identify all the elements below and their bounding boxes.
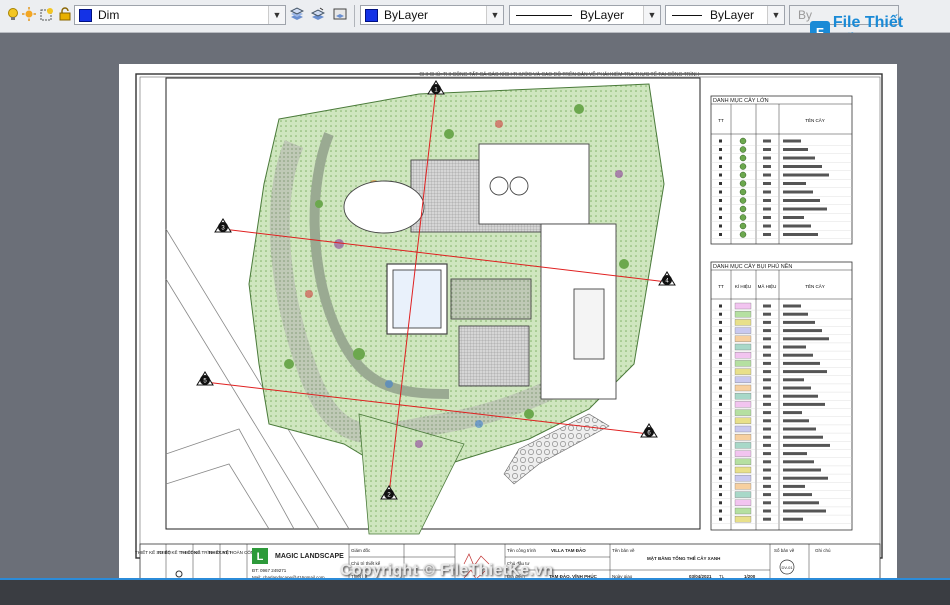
drawing-sheet: GHI CHÚ: THI CÔNG TẤT CẢ CÁC KÍCH THƯỚC … <box>135 70 883 585</box>
linetype-dropdown[interactable]: ByLayer ▼ <box>509 5 661 25</box>
color-swatch <box>365 8 378 22</box>
stage-label: THIẾT KẾ HOÀN CÔNG <box>208 549 258 555</box>
chevron-down-icon[interactable]: ▼ <box>767 6 784 24</box>
linetype-value: ByLayer <box>580 8 625 22</box>
company-phone: ĐT: 0967 249271 <box>252 568 287 573</box>
svg-text:Ghi chú: Ghi chú <box>815 548 831 553</box>
paper-sheet: GHI CHÚ: THI CÔNG TẤT CẢ CÁC KÍCH THƯỚC … <box>119 64 897 590</box>
svg-text:Giám đốc: Giám đốc <box>351 548 371 553</box>
layer-color-swatch <box>79 8 92 22</box>
color-value: ByLayer <box>384 8 429 22</box>
lineweight-value: ByLayer <box>710 8 755 22</box>
sun-freeze-icon[interactable] <box>22 7 36 21</box>
status-bar <box>0 578 950 605</box>
company-name: MAGIC LANDSCAPE <box>275 553 344 560</box>
svg-text:TÊN CÂY: TÊN CÂY <box>805 116 825 123</box>
svg-text:MÃ HIỆU: MÃ HIỆU <box>758 282 777 289</box>
svg-text:L: L <box>257 551 264 563</box>
lock-icon[interactable] <box>58 7 72 21</box>
chevron-down-icon[interactable]: ▼ <box>268 6 285 24</box>
chevron-down-icon[interactable]: ▼ <box>643 6 660 24</box>
large-tree-table: DANH MỤC CÂY LỚN TT TÊN CÂY <box>710 95 853 245</box>
svg-text:TT: TT <box>718 284 724 289</box>
color-dropdown[interactable]: ByLayer ▼ <box>360 5 504 25</box>
layer-previous-icon[interactable] <box>311 7 325 21</box>
linetype-sample <box>516 14 572 16</box>
properties-toolbar: Dim ▼ ByLayer ▼ ByLayer ▼ ByLayer ▼ By F… <box>0 0 950 49</box>
svg-text:MẶT BẰNG TỔNG THỂ CÂY XANH: MẶT BẰNG TỔNG THỂ CÂY XANH <box>647 554 720 561</box>
make-current-layer-icon[interactable] <box>290 7 304 21</box>
svg-text:TÊN CÂY: TÊN CÂY <box>805 282 825 289</box>
table1-title: DANH MỤC CÂY LỚN <box>713 97 769 104</box>
drawing-canvas[interactable]: GHI CHÚ: THI CÔNG TẤT CẢ CÁC KÍCH THƯỚC … <box>0 33 950 590</box>
chevron-down-icon[interactable]: ▼ <box>486 6 503 24</box>
layer-state-icon[interactable] <box>333 7 347 21</box>
layer-name: Dim <box>98 8 120 22</box>
lineweight-dropdown[interactable]: ByLayer ▼ <box>665 5 785 25</box>
svg-text:Tên công trình: Tên công trình <box>507 548 537 553</box>
svg-text:Tên bản vẽ: Tên bản vẽ <box>612 548 635 553</box>
bulb-on-icon[interactable] <box>6 7 20 21</box>
table2-title: DANH MỤC CÂY BỤI PHỦ NỀN <box>713 263 792 270</box>
svg-text:VILLA TAM ĐẢO: VILLA TAM ĐẢO <box>551 547 586 553</box>
svg-text:DV-01: DV-01 <box>781 565 793 570</box>
lineweight-sample <box>672 14 702 16</box>
svg-text:Số bản vẽ: Số bản vẽ <box>774 548 795 553</box>
viewport-freeze-icon[interactable] <box>40 7 54 21</box>
svg-text:KÍ HIỆU: KÍ HIỆU <box>735 282 751 289</box>
top-note: GHI CHÚ: THI CÔNG TẤT CẢ CÁC KÍCH THƯỚC … <box>419 70 699 78</box>
layer-dropdown[interactable]: Dim ▼ <box>74 5 286 25</box>
shrub-table: DANH MỤC CÂY BỤI PHỦ NỀN TT KÍ HIỆU MÃ H… <box>710 261 853 531</box>
svg-text:TT: TT <box>718 118 724 123</box>
